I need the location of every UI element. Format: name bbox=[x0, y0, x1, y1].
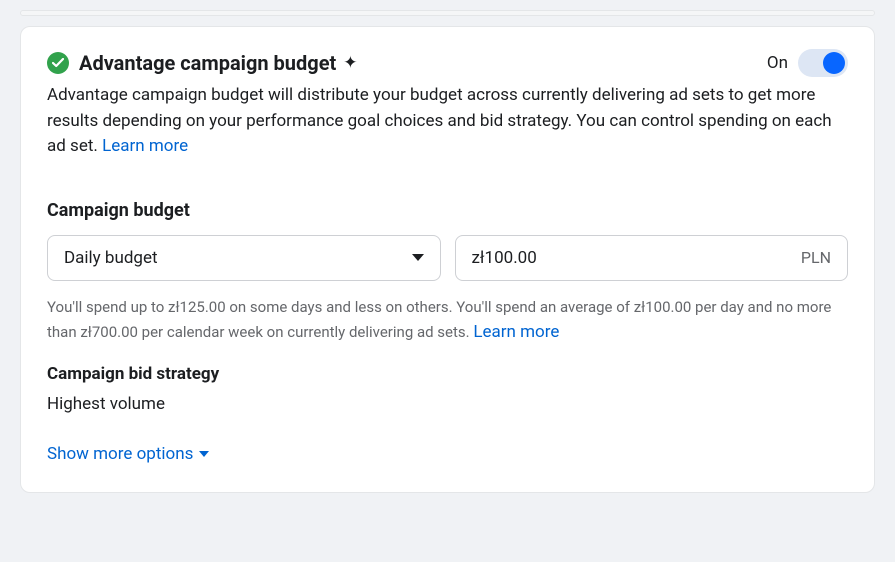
caret-down-icon bbox=[412, 254, 424, 261]
bid-strategy-label: Campaign bid strategy bbox=[47, 364, 848, 384]
toggle-group: On bbox=[767, 49, 848, 77]
budget-type-select[interactable]: Daily budget bbox=[47, 235, 441, 281]
budget-input-row: Daily budget PLN bbox=[47, 235, 848, 281]
card-description: Advantage campaign budget will distribut… bbox=[47, 83, 848, 160]
chevron-down-icon bbox=[199, 451, 209, 457]
currency-label: PLN bbox=[801, 248, 831, 267]
bid-strategy-value: Highest volume bbox=[47, 394, 848, 414]
learn-more-link[interactable]: Learn more bbox=[102, 136, 188, 156]
budget-amount-input[interactable] bbox=[472, 248, 793, 268]
title-group: Advantage campaign budget ✦ bbox=[47, 51, 358, 75]
show-more-label: Show more options bbox=[47, 444, 193, 464]
advantage-budget-toggle[interactable] bbox=[798, 49, 848, 77]
budget-type-value: Daily budget bbox=[64, 248, 158, 268]
advantage-campaign-budget-card: Advantage campaign budget ✦ On Advantage… bbox=[20, 26, 875, 493]
budget-amount-field-wrapper: PLN bbox=[455, 235, 849, 281]
card-title: Advantage campaign budget bbox=[79, 51, 336, 75]
budget-help-text: You'll spend up to zł125.00 on some days… bbox=[47, 295, 848, 346]
check-circle-icon bbox=[47, 52, 69, 74]
budget-help-body: You'll spend up to zł125.00 on some days… bbox=[47, 298, 831, 341]
budget-learn-more-link[interactable]: Learn more bbox=[473, 322, 559, 342]
toggle-state-label: On bbox=[767, 53, 788, 73]
previous-card-edge bbox=[20, 10, 875, 16]
show-more-options-button[interactable]: Show more options bbox=[47, 444, 848, 464]
campaign-budget-label: Campaign budget bbox=[47, 200, 848, 221]
toggle-knob bbox=[823, 52, 845, 74]
sparkle-icon: ✦ bbox=[343, 53, 357, 73]
card-header: Advantage campaign budget ✦ On bbox=[47, 49, 848, 77]
